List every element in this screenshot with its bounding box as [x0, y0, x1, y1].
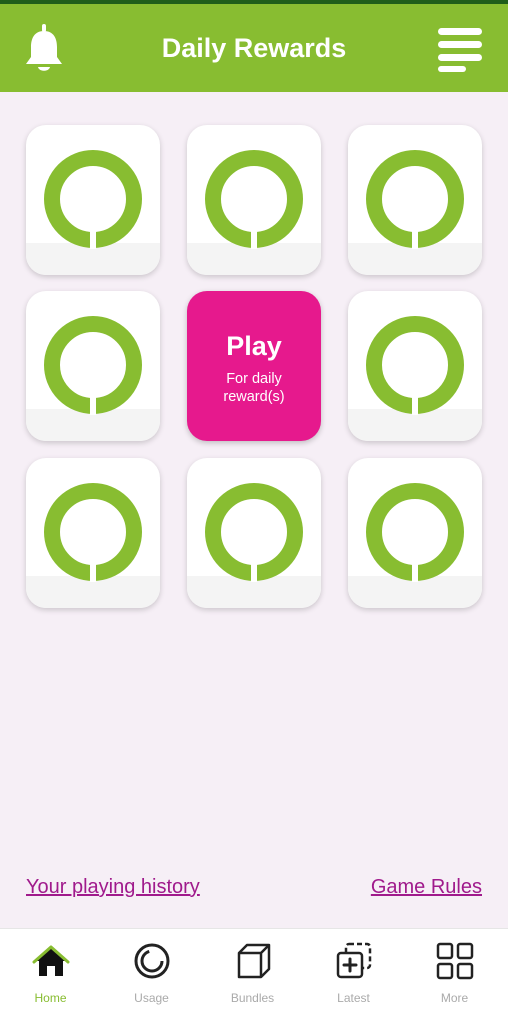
game-rules-link[interactable]: Game Rules	[371, 876, 482, 899]
app-header: Daily Rewards	[0, 4, 508, 92]
box-icon	[237, 943, 271, 979]
nav-home[interactable]: Home	[0, 929, 101, 1025]
menu-icon[interactable]	[436, 26, 484, 72]
grid-icon	[436, 942, 474, 980]
ring-icon	[366, 483, 464, 582]
ring-icon	[205, 150, 303, 249]
nav-usage[interactable]: Usage	[101, 929, 202, 1025]
play-button[interactable]: Play For daily reward(s)	[187, 291, 321, 441]
reward-tile[interactable]	[348, 458, 482, 608]
reward-tile[interactable]	[348, 125, 482, 275]
nav-label: More	[440, 991, 469, 1005]
home-icon	[32, 945, 70, 976]
ring-icon	[366, 150, 464, 249]
ring-icon	[44, 150, 142, 249]
ring-icon	[44, 483, 142, 582]
ring-icon	[205, 483, 303, 582]
nav-label: Home	[34, 991, 67, 1005]
reward-tile[interactable]	[26, 125, 160, 275]
footer-links: Your playing history Game Rules	[0, 872, 508, 908]
usage-icon	[134, 943, 170, 979]
ring-icon	[366, 316, 464, 415]
reward-tile[interactable]	[348, 291, 482, 441]
nav-label: Bundles	[230, 991, 275, 1005]
nav-more[interactable]: More	[404, 929, 505, 1025]
ring-icon	[44, 316, 142, 415]
nav-latest[interactable]: Latest	[303, 929, 404, 1025]
nav-bundles[interactable]: Bundles	[202, 929, 303, 1025]
reward-tile[interactable]	[26, 458, 160, 608]
latest-icon	[336, 942, 372, 979]
nav-label: Latest	[337, 991, 370, 1005]
bottom-nav: Home Usage Bundles Latest More	[0, 928, 508, 1025]
bell-icon[interactable]	[22, 24, 66, 74]
reward-tile[interactable]	[26, 291, 160, 441]
nav-label: Usage	[134, 991, 169, 1005]
playing-history-link[interactable]: Your playing history	[26, 876, 200, 899]
play-sublabel: For daily reward(s)	[223, 371, 285, 405]
play-label: Play	[226, 331, 282, 361]
reward-tile[interactable]	[187, 458, 321, 608]
reward-tile[interactable]	[187, 125, 321, 275]
page-title: Daily Rewards	[161, 32, 347, 63]
